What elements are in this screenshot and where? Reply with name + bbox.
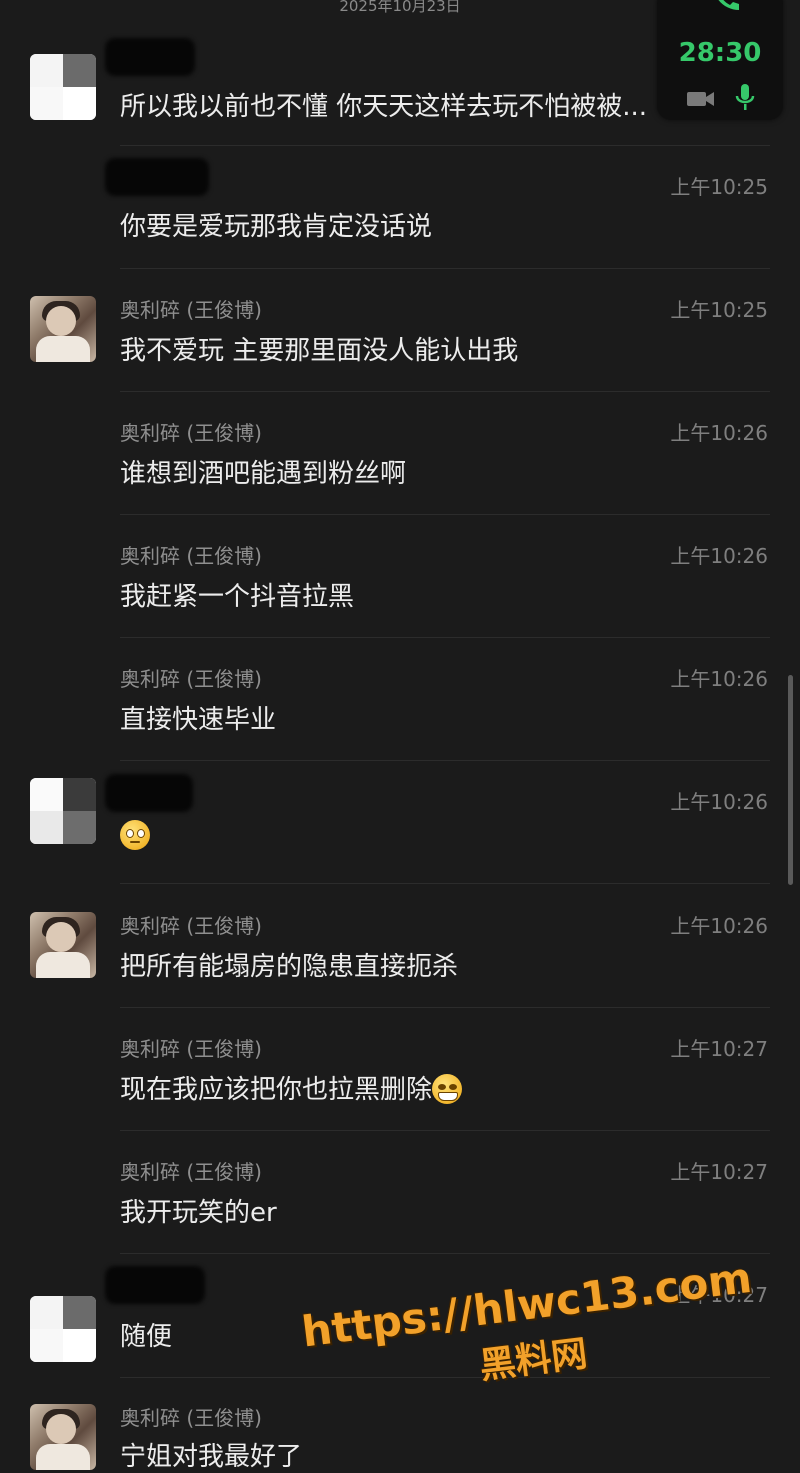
sender-name: 奥利碎 (王俊博) [120, 1406, 262, 1430]
message-time: 上午10:26 [670, 421, 768, 445]
message-divider [120, 391, 770, 392]
message-divider [120, 637, 770, 638]
message-text: 我不爱玩 主要那里面没人能认出我 [120, 336, 519, 366]
scrollbar[interactable] [788, 675, 793, 885]
watermark: https://hlwc13.com 黑料网 [295, 1252, 764, 1410]
message-text: 现在我应该把你也拉黑删除 [120, 1069, 463, 1106]
message-divider [120, 1007, 770, 1008]
camera-icon[interactable] [687, 90, 715, 108]
message-time: 上午10:25 [670, 298, 768, 322]
avatar[interactable] [30, 1296, 96, 1362]
message-time: 上午10:26 [670, 914, 768, 938]
message-text: 把所有能塌房的隐患直接扼杀 [120, 952, 459, 982]
message-time: 上午10:27 [670, 1283, 768, 1307]
message-divider [120, 514, 770, 515]
sender-name: 奥利碎 (王俊博) [120, 914, 262, 938]
message-text: 谁想到酒吧能遇到粉丝啊 [120, 459, 407, 489]
message-time: 上午10:27 [670, 1160, 768, 1184]
message-text: 你要是爱玩那我肯定没话说 [120, 212, 433, 242]
message-text [120, 820, 150, 851]
avatar[interactable] [30, 912, 96, 978]
redacted-sender-name [105, 158, 209, 196]
phone-icon[interactable] [709, 0, 743, 12]
message-divider [120, 268, 770, 269]
message-time: 上午10:26 [670, 667, 768, 691]
message-text: 所以我以前也不懂 你天天这样去玩不怕被被... [120, 92, 648, 122]
message-text: 我开玩笑的er [120, 1198, 277, 1228]
sender-name: 奥利碎 (王俊博) [120, 1037, 262, 1061]
message-time: 上午10:25 [670, 175, 768, 199]
redacted-sender-name [105, 38, 195, 76]
microphone-icon[interactable] [735, 84, 755, 112]
message-text-content: 现在我应该把你也拉黑删除 [120, 1075, 433, 1105]
sender-name: 奥利碎 (王俊博) [120, 544, 262, 568]
grimacing-face-icon [432, 1074, 463, 1104]
message-text: 直接快速毕业 [120, 705, 277, 735]
sender-name: 奥利碎 (王俊博) [120, 298, 262, 322]
avatar[interactable] [30, 778, 96, 844]
redacted-sender-name [105, 1266, 205, 1304]
message-time: 上午10:27 [670, 1037, 768, 1061]
sender-name: 奥利碎 (王俊博) [120, 1160, 262, 1184]
message-text: 宁姐对我最好了 [120, 1442, 303, 1472]
call-timer: 28:30 [678, 38, 762, 68]
message-divider [120, 1253, 770, 1254]
avatar[interactable] [30, 1404, 96, 1470]
message-divider [120, 760, 770, 761]
flushed-face-icon [120, 820, 150, 850]
message-divider [120, 145, 770, 146]
sender-name: 奥利碎 (王俊博) [120, 667, 262, 691]
call-widget[interactable]: 28:30 [657, 0, 783, 120]
avatar[interactable] [30, 54, 96, 120]
watermark-name: 黑料网 [477, 1333, 590, 1388]
redacted-sender-name [105, 774, 193, 812]
message-time: 上午10:26 [670, 790, 768, 814]
avatar[interactable] [30, 296, 96, 362]
message-text: 我赶紧一个抖音拉黑 [120, 582, 355, 612]
message-divider [120, 1130, 770, 1131]
message-divider [120, 1377, 770, 1378]
message-time: 上午10:26 [670, 544, 768, 568]
message-divider [120, 883, 770, 884]
sender-name: 奥利碎 (王俊博) [120, 421, 262, 445]
message-text: 随便 [120, 1322, 173, 1352]
